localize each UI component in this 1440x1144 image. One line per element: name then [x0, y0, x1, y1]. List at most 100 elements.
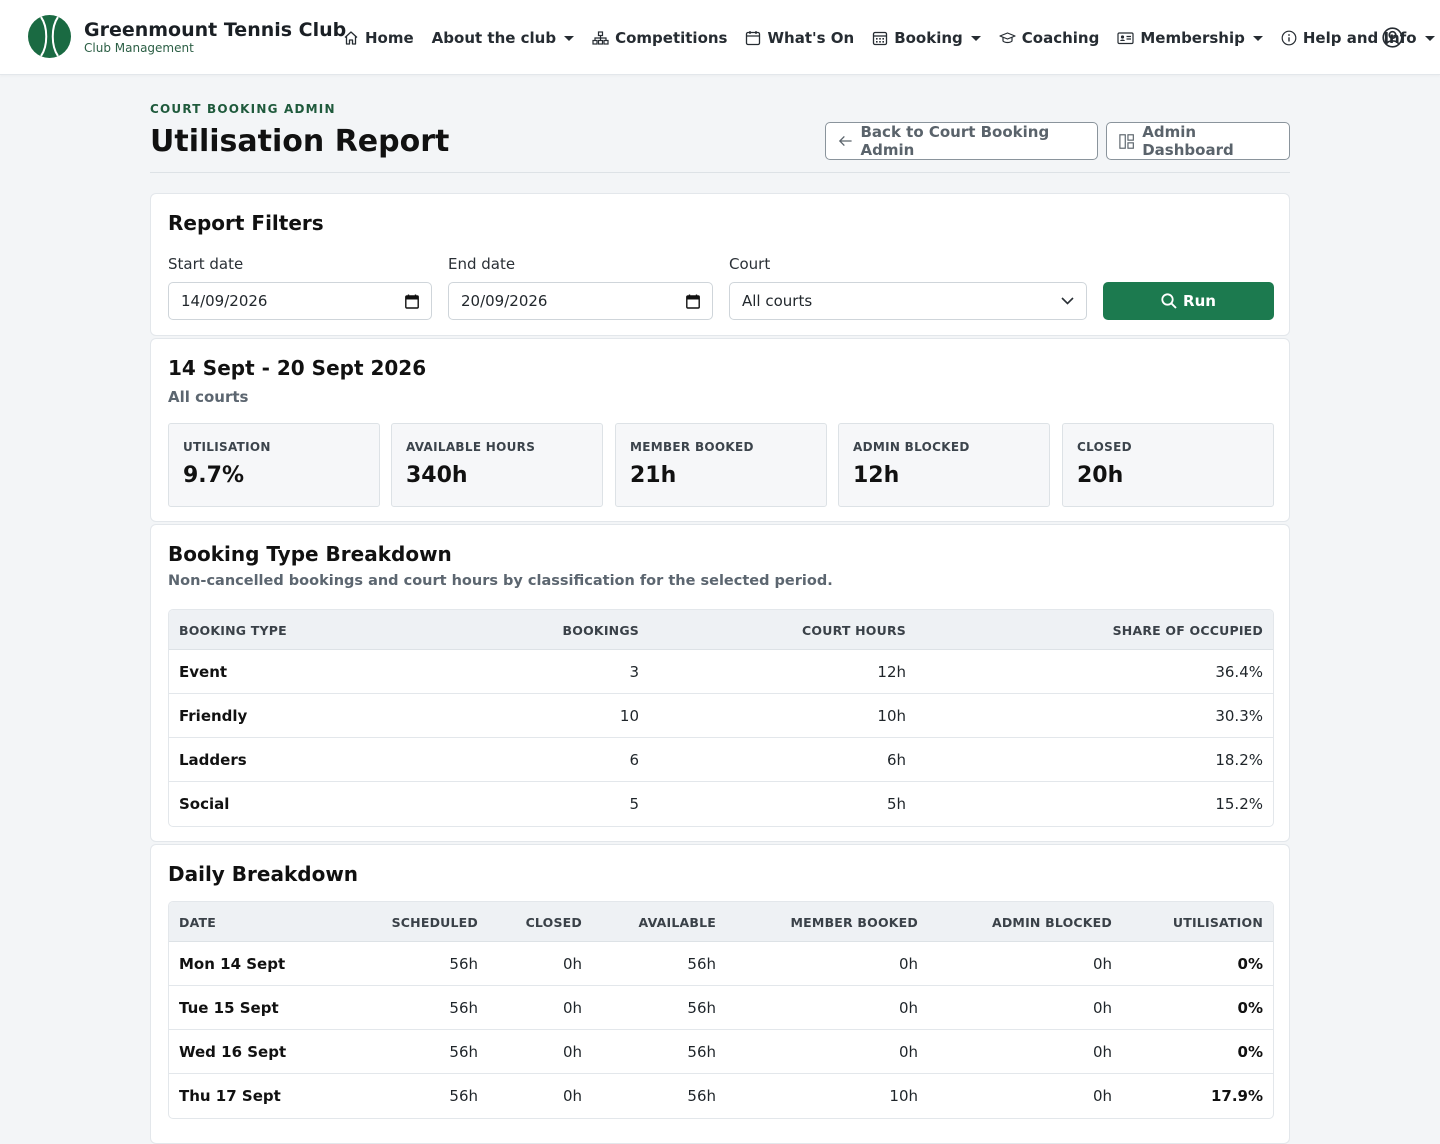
table-cell: 10h [889, 1087, 918, 1105]
table-cell: 17.9% [1210, 1087, 1263, 1105]
table-cell: Social [179, 795, 230, 813]
table-cell: Ladders [179, 751, 247, 769]
column-header: AVAILABLE [638, 915, 716, 930]
nav-item-booking[interactable]: Booking [872, 29, 981, 47]
nav-item-label: What's On [767, 29, 855, 47]
table-cell: Tue 15 Sept [179, 999, 279, 1017]
sitemap-icon [592, 31, 609, 45]
table-cell: 56h [449, 999, 478, 1017]
table-cell: 56h [449, 1087, 478, 1105]
table-cell: 56h [687, 1087, 716, 1105]
id-card-icon [1117, 32, 1134, 45]
stat-label: AVAILABLE HOURS [406, 440, 536, 454]
nav-item-label: About the club [431, 29, 557, 47]
table-cell: 6 [629, 751, 639, 769]
table-cell: 0h [1092, 1087, 1112, 1105]
table-cell: 0h [1092, 1043, 1112, 1061]
back-to-admin-label: Back to Court Booking Admin [860, 123, 1050, 159]
nav-item-membership[interactable]: Membership [1117, 29, 1263, 47]
stat-closed: CLOSED 20h [1062, 423, 1274, 507]
nav-item-whats-on[interactable]: What's On [745, 29, 854, 47]
table-cell: Friendly [179, 707, 248, 725]
filters-title: Report Filters [168, 211, 324, 235]
user-account-icon[interactable] [1382, 27, 1403, 52]
table-row: Friendly 10 10h 30.3% [169, 694, 1273, 738]
report-period: 14 Sept - 20 Sept 2026 [168, 356, 427, 380]
caret-down-icon [1424, 35, 1435, 41]
stat-label: MEMBER BOOKED [630, 440, 754, 454]
back-to-admin-button[interactable]: Back to Court Booking Admin [825, 122, 1098, 160]
table-cell: Thu 17 Sept [179, 1087, 281, 1105]
calendar-icon [746, 31, 761, 46]
court-select[interactable]: All courts [729, 282, 1087, 320]
table-cell: 30.3% [1215, 707, 1263, 725]
table-cell: 10 [619, 707, 639, 725]
column-header: SCHEDULED [391, 915, 478, 930]
stat-value: 20h [1077, 463, 1124, 488]
table-row: Tue 15 Sept 56h 0h 56h 0h 0h 0% [169, 986, 1273, 1030]
table-cell: 56h [687, 999, 716, 1017]
run-label: Run [1183, 292, 1216, 310]
court-select-value: All courts [742, 292, 813, 310]
stat-admin-blocked: ADMIN BLOCKED 12h [838, 423, 1050, 507]
tennis-ball-logo-icon [28, 15, 71, 58]
booking-type-description: Non-cancelled bookings and court hours b… [168, 573, 833, 589]
table-cell: 0h [562, 1043, 582, 1061]
report-filters-card: Report Filters Start date 14/09/2026 End… [150, 193, 1290, 336]
daily-breakdown-title: Daily Breakdown [168, 862, 359, 886]
run-report-button[interactable]: Run [1103, 282, 1274, 320]
table-cell: 12h [877, 663, 906, 681]
booking-type-card: Booking Type Breakdown Non-cancelled boo… [150, 524, 1290, 842]
info-icon [1281, 30, 1297, 46]
search-icon [1161, 293, 1177, 309]
table-cell: 0h [562, 955, 582, 973]
start-date-input[interactable]: 14/09/2026 [168, 282, 432, 320]
table-row: Mon 14 Sept 56h 0h 56h 0h 0h 0% [169, 942, 1273, 986]
table-cell: 0% [1237, 1043, 1263, 1061]
stat-available-hours: AVAILABLE HOURS 340h [391, 423, 603, 507]
brand-title: Greenmount Tennis Club [84, 18, 347, 41]
stat-value: 340h [406, 463, 468, 488]
start-date-value: 14/09/2026 [181, 292, 268, 310]
nav-item-label: Coaching [1021, 29, 1100, 47]
stat-value: 21h [630, 463, 677, 488]
table-cell: 56h [449, 955, 478, 973]
page-eyebrow: COURT BOOKING ADMIN [150, 102, 336, 116]
brand[interactable]: Greenmount Tennis Club Club Management [28, 15, 346, 58]
end-date-label: End date [448, 255, 516, 273]
column-header: MEMBER BOOKED [790, 915, 918, 930]
page-title: Utilisation Report [150, 124, 450, 159]
table-cell: 0h [1092, 999, 1112, 1017]
header-divider [150, 172, 1290, 173]
court-label: Court [729, 255, 771, 273]
table-row: Thu 17 Sept 56h 0h 56h 10h 0h 17.9% [169, 1074, 1273, 1118]
table-cell: 0h [562, 999, 582, 1017]
booking-type-title: Booking Type Breakdown [168, 542, 452, 566]
end-date-input[interactable]: 20/09/2026 [448, 282, 713, 320]
top-navbar: Greenmount Tennis Club Club Management H… [0, 0, 1440, 75]
caret-down-icon [970, 35, 981, 41]
graduation-cap-icon [999, 32, 1016, 44]
stat-value: 9.7% [183, 463, 245, 488]
column-header: UTILISATION [1172, 915, 1263, 930]
table-cell: 18.2% [1215, 751, 1263, 769]
stat-label: CLOSED [1077, 440, 1132, 454]
nav-item-competitions[interactable]: Competitions [592, 29, 727, 47]
table-row: Event 3 12h 36.4% [169, 650, 1273, 694]
nav-item-label: Competitions [615, 29, 728, 47]
calendar-icon [405, 294, 419, 309]
nav-item-about[interactable]: About the club [431, 29, 575, 47]
nav-item-home[interactable]: Home [343, 29, 414, 47]
admin-dashboard-label: Admin Dashboard [1142, 123, 1234, 159]
end-date-value: 20/09/2026 [461, 292, 548, 310]
table-cell: Wed 16 Sept [179, 1043, 287, 1061]
table-cell: 6h [886, 751, 906, 769]
daily-breakdown-card: Daily Breakdown DATE SCHEDULED CLOSED AV… [150, 844, 1290, 1144]
table-row: Ladders 6 6h 18.2% [169, 738, 1273, 782]
nav-item-label: Home [365, 29, 414, 47]
admin-dashboard-button[interactable]: Admin Dashboard [1106, 122, 1290, 160]
nav-item-help[interactable]: Help and Info [1281, 29, 1435, 47]
nav-item-coaching[interactable]: Coaching [999, 29, 1100, 47]
column-header: CLOSED [525, 915, 582, 930]
stat-value: 12h [853, 463, 900, 488]
